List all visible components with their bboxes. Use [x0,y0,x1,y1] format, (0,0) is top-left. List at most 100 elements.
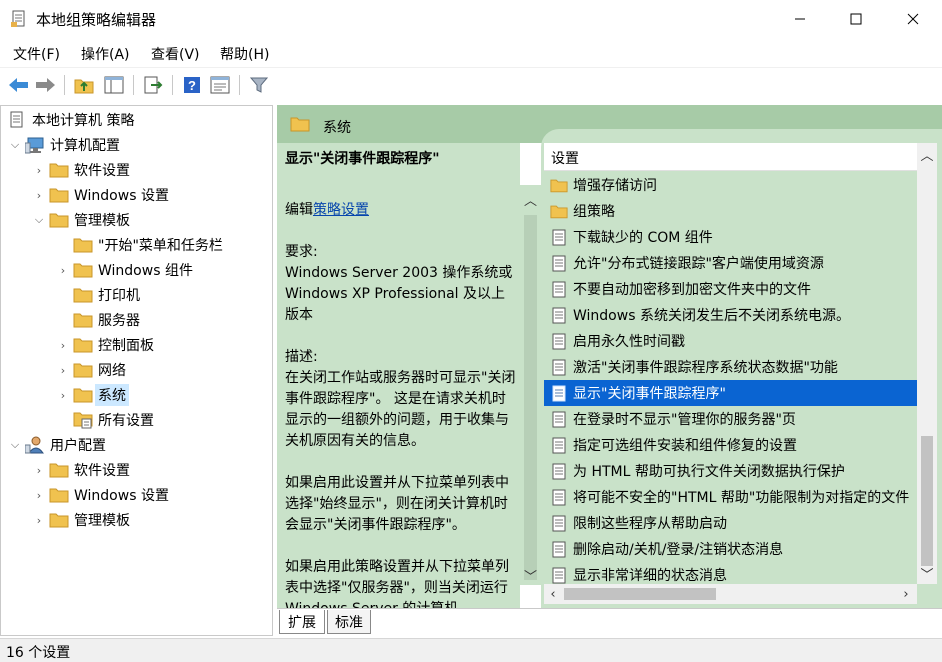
menu-file[interactable]: 文件(F) [13,44,60,64]
list-item[interactable]: 下载缺少的 COM 组件 [544,224,917,250]
policy-setting-icon [550,462,568,480]
back-arrow-icon[interactable] [7,73,31,97]
tree-item-windows-components[interactable]: › Windows 组件 [55,258,193,282]
forward-arrow-icon[interactable] [33,73,57,97]
folder-icon [550,176,568,194]
tree-item-software-settings[interactable]: › 软件设置 [31,158,130,182]
chevron-right-icon[interactable]: › [31,458,47,482]
chevron-right-icon[interactable]: › [55,258,71,282]
chevron-down-icon[interactable]: ⌵ [31,208,47,232]
chevron-right-icon[interactable]: › [55,333,71,357]
list-item-selected[interactable]: 显示"关闭事件跟踪程序" [544,380,917,406]
scroll-up-icon[interactable]: ︿ [917,146,937,164]
folder-icon [49,511,69,529]
properties-icon[interactable] [208,73,232,97]
policy-setting-icon [550,514,568,532]
settings-list: 增强存储访问 组策略 下载缺少的 COM 组件 允许"分布式链接跟踪"客户端使用… [544,172,917,584]
scroll-thumb[interactable] [524,215,537,580]
folder-icon [49,486,69,504]
chevron-right-icon[interactable]: › [55,358,71,382]
scroll-left-icon[interactable]: ‹ [544,586,562,602]
tab-extended[interactable]: 扩展 [279,610,325,634]
list-item[interactable]: 允许"分布式链接跟踪"客户端使用域资源 [544,250,917,276]
menu-help[interactable]: 帮助(H) [220,44,269,64]
list-item[interactable]: 启用永久性时间戳 [544,328,917,354]
list-item[interactable]: 为 HTML 帮助可执行文件关闭数据执行保护 [544,458,917,484]
list-item[interactable]: 不要自动加密移到加密文件夹中的文件 [544,276,917,302]
settings-vertical-scrollbar[interactable]: ︿ ﹀ [917,143,937,584]
filter-icon[interactable] [247,73,271,97]
chevron-down-icon[interactable]: ⌵ [7,133,23,157]
menu-bar: 文件(F) 操作(A) 查看(V) 帮助(H) [0,39,942,67]
description-para-3: 如果启用此设置并从下拉菜单列表中选择"始终显示"，则在闭关计算机时会显示"关闭事… [285,475,509,533]
chevron-right-icon[interactable]: › [31,483,47,507]
folder-icon [49,186,69,204]
show-hide-tree-icon[interactable] [102,73,126,97]
close-button[interactable] [884,0,941,38]
chevron-right-icon[interactable]: › [31,183,47,207]
tab-standard[interactable]: 标准 [327,610,371,634]
list-item[interactable]: Windows 系统关闭发生后不关闭系统电源。 [544,302,917,328]
list-item[interactable]: 将可能不安全的"HTML 帮助"功能限制为对指定的文件 [544,484,917,510]
tree-item-windows-settings[interactable]: › Windows 设置 [31,183,169,207]
scroll-down-icon[interactable]: ﹀ [520,567,541,585]
folder-icon [49,211,69,229]
requirements-text: Windows Server 2003 操作系统或 Windows XP Pro… [285,265,513,323]
list-item[interactable]: 组策略 [544,198,917,224]
folder-icon [73,236,93,254]
help-icon[interactable]: ? [180,73,204,97]
gpedit-app-icon [11,10,27,28]
folder-icon [73,286,93,304]
tree-root[interactable]: 本地计算机 策略 [5,108,134,132]
list-item[interactable]: 显示非常详细的状态消息 [544,562,917,584]
minimize-button[interactable] [771,0,828,38]
tree-item-start-menu-taskbar[interactable]: "开始"菜单和任务栏 [55,233,223,257]
tree-item-user-windows-settings[interactable]: › Windows 设置 [31,483,169,507]
tree-item-server[interactable]: 服务器 [55,308,140,332]
maximize-button[interactable] [827,0,884,38]
folder-icon [290,116,310,136]
chevron-right-icon[interactable]: › [55,383,71,407]
scroll-down-icon[interactable]: ﹀ [917,565,937,583]
policy-setting-icon [550,566,568,584]
policy-setting-icon [550,280,568,298]
tree-item-user-config[interactable]: ⌵ 用户配置 [7,433,106,457]
menu-action[interactable]: 操作(A) [81,44,130,64]
tree-item-user-software-settings[interactable]: › 软件设置 [31,458,130,482]
policy-document-icon [7,111,27,129]
tree-item-control-panel[interactable]: › 控制面板 [55,333,154,357]
tree-item-admin-templates[interactable]: ⌵ 管理模板 [31,208,130,232]
policy-setting-icon [550,228,568,246]
status-bar: 16 个设置 [0,638,942,662]
settings-horizontal-scrollbar[interactable]: ‹ › [544,584,917,604]
description-scrollbar[interactable]: ︿ ﹀ [520,185,541,585]
folder-icon [73,386,93,404]
list-item[interactable]: 在登录时不显示"管理你的服务器"页 [544,406,917,432]
list-item[interactable]: 激活"关闭事件跟踪程序系统状态数据"功能 [544,354,917,380]
list-item[interactable]: 增强存储访问 [544,172,917,198]
tree-item-printers[interactable]: 打印机 [55,283,140,307]
tree-root-label: 本地计算机 策略 [32,113,135,129]
list-item[interactable]: 指定可选组件安装和组件修复的设置 [544,432,917,458]
tree-item-all-settings[interactable]: 所有设置 [55,408,154,432]
policy-setting-icon [550,306,568,324]
tree-item-user-admin-templates[interactable]: › 管理模板 [31,508,130,532]
chevron-down-icon[interactable]: ⌵ [7,433,23,457]
list-item[interactable]: 删除启动/关机/登录/注销状态消息 [544,536,917,562]
chevron-right-icon[interactable]: › [31,158,47,182]
list-item[interactable]: 限制这些程序从帮助启动 [544,510,917,536]
scroll-thumb[interactable] [921,436,933,566]
edit-policy-link[interactable]: 策略设置 [313,202,369,218]
settings-column-header[interactable]: 设置 [544,143,917,171]
scroll-up-icon[interactable]: ︿ [520,191,541,209]
scroll-right-icon[interactable]: › [897,586,915,602]
tree-item-network[interactable]: › 网络 [55,358,126,382]
chevron-right-icon[interactable]: › [31,508,47,532]
scroll-thumb[interactable] [564,588,716,600]
folder-icon [49,461,69,479]
export-list-icon[interactable] [141,73,165,97]
tree-item-system[interactable]: › 系统 [55,383,129,407]
tree-item-computer-config[interactable]: ⌵ 计算机配置 [7,133,120,157]
menu-view[interactable]: 查看(V) [151,44,200,64]
up-folder-icon[interactable] [72,73,96,97]
